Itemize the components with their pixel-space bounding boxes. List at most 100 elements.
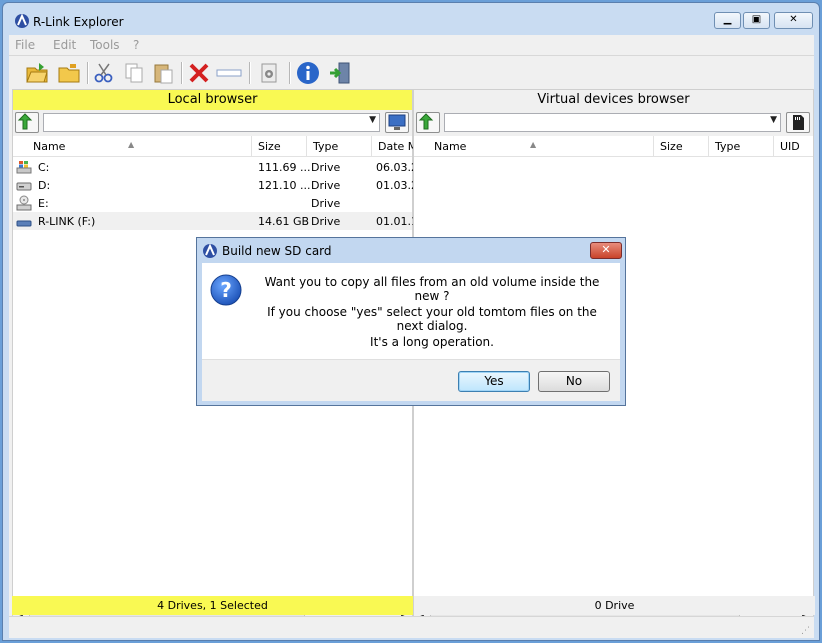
table-row[interactable]: R-LINK (F:) 14.61 GB Drive 01.01.19 (13, 212, 414, 230)
local-path-combo[interactable]: ▼ (43, 113, 380, 132)
column-type[interactable]: Type (709, 136, 774, 156)
toolbar-separator (181, 62, 183, 84)
close-icon: ✕ (789, 14, 798, 25)
up-arrow-icon (17, 113, 33, 130)
menu-file[interactable]: File (15, 38, 35, 52)
local-nav-row: ▼ (13, 110, 412, 136)
menu-edit[interactable]: Edit (53, 38, 76, 52)
minimize-button[interactable]: ▁ (714, 12, 741, 29)
drive-type: Drive (311, 215, 341, 228)
drive-date: 01.03.20 (376, 179, 414, 192)
toolbar-separator (249, 62, 251, 84)
close-button[interactable]: ✕ (774, 12, 813, 29)
sd-card-icon (793, 115, 804, 130)
dialog-message-line: It's a long operation. (370, 335, 494, 349)
dialog-message-line: If you choose "yes" select your old tomt… (267, 305, 597, 333)
local-status-bar: 4 Drives, 1 Selected (12, 596, 413, 615)
sort-ascending-icon: ▲ (128, 140, 135, 149)
menu-help[interactable]: ? (133, 38, 139, 52)
sd-card-button[interactable] (786, 112, 810, 133)
hard-drive-icon (16, 182, 32, 191)
virtual-path-combo[interactable]: ▼ (444, 113, 781, 132)
virtual-up-button[interactable] (416, 112, 440, 133)
dialog-body: ? Want you to copy all files from an old… (202, 263, 620, 359)
column-size[interactable]: Size (252, 136, 307, 156)
table-row[interactable]: D: 121.10 ... Drive 01.03.20 (13, 176, 414, 194)
table-row[interactable]: E: Drive (13, 194, 412, 212)
no-button[interactable]: No (538, 371, 610, 392)
local-column-headers: ▲ Name Size Type Date Mo (13, 136, 414, 157)
drive-name: D: (38, 179, 51, 192)
column-name[interactable]: ▲ Name (414, 136, 654, 156)
computer-button[interactable] (385, 112, 409, 133)
drive-date: 01.01.19 (376, 215, 414, 228)
app-logo-icon (15, 13, 29, 28)
removable-drive-icon (16, 220, 32, 227)
chevron-down-icon[interactable]: ▼ (770, 115, 777, 125)
local-browser-header: Local browser (13, 90, 412, 110)
toolbar (9, 55, 814, 90)
drive-date: 06.03.20 (376, 161, 414, 174)
column-size-label: Size (660, 140, 683, 153)
properties-icon[interactable] (255, 59, 283, 87)
sort-ascending-icon: ▲ (530, 140, 537, 149)
paste-icon[interactable] (149, 59, 177, 87)
table-row[interactable]: C: 111.69 ... Drive 06.03.20 (13, 158, 414, 176)
drive-name: C: (38, 161, 50, 174)
column-uid-label: UID (780, 140, 800, 153)
yes-button[interactable]: Yes (458, 371, 530, 392)
drive-type: Drive (311, 161, 341, 174)
column-name-label: Name (434, 140, 467, 153)
dialog-button-row: Yes No (202, 359, 620, 401)
info-icon[interactable] (294, 59, 322, 87)
optical-drive-icon (16, 195, 32, 211)
column-date[interactable]: Date Mo (372, 136, 414, 156)
exit-icon[interactable] (326, 59, 354, 87)
dialog-close-button[interactable]: ✕ (590, 242, 622, 259)
build-sd-card-dialog: Build new SD card ✕ ? Want you to copy a… (196, 237, 626, 406)
close-icon: ✕ (601, 243, 611, 256)
copy-icon[interactable] (120, 59, 148, 87)
cut-icon[interactable] (90, 59, 118, 87)
open-folder-icon[interactable] (23, 59, 51, 87)
drive-type: Drive (311, 179, 341, 192)
column-size-label: Size (258, 140, 281, 153)
dialog-title: Build new SD card (222, 244, 332, 258)
drive-size: 121.10 ... (258, 179, 311, 192)
delete-icon[interactable] (185, 59, 213, 87)
svg-text:?: ? (220, 278, 232, 302)
app-logo-icon (203, 243, 217, 258)
drive-type: Drive (311, 197, 341, 210)
virtual-status-bar: 0 Drive (413, 596, 815, 615)
windows-drive-icon (16, 161, 32, 174)
question-icon: ? (210, 274, 242, 306)
resize-grip-icon[interactable]: ⋰ (801, 626, 810, 636)
maximize-button[interactable]: ▣ (743, 12, 770, 29)
virtual-column-headers: ▲ Name Size Type UID (414, 136, 813, 157)
column-type-label: Type (715, 140, 741, 153)
folder-icon[interactable] (55, 59, 83, 87)
title-bar[interactable]: R-Link Explorer ▁ ▣ ✕ (3, 3, 819, 37)
drive-size: 111.69 ... (258, 161, 311, 174)
column-uid[interactable]: UID (774, 136, 815, 156)
virtual-nav-row: ▼ (414, 110, 813, 136)
column-name-label: Name (33, 140, 66, 153)
chevron-down-icon[interactable]: ▼ (369, 115, 376, 125)
menu-bar: File Edit Tools ? (9, 35, 814, 55)
local-up-button[interactable] (15, 112, 39, 133)
restore-icon: ▣ (751, 14, 762, 25)
column-type-label: Type (313, 140, 339, 153)
menu-tools[interactable]: Tools (90, 38, 120, 52)
dialog-message-line: Want you to copy all files from an old v… (264, 275, 600, 303)
toolbar-separator (289, 62, 291, 84)
column-name[interactable]: ▲ Name (13, 136, 252, 156)
bottom-status-bar: ⋰ (9, 616, 814, 638)
column-type[interactable]: Type (307, 136, 372, 156)
window-title: R-Link Explorer (33, 15, 124, 29)
rename-icon[interactable] (215, 59, 243, 87)
drive-name: R-LINK (F:) (38, 215, 96, 228)
minimize-icon: ▁ (723, 14, 732, 25)
column-date-label: Date Mo (378, 140, 414, 153)
drive-name: E: (38, 197, 49, 210)
column-size[interactable]: Size (654, 136, 709, 156)
